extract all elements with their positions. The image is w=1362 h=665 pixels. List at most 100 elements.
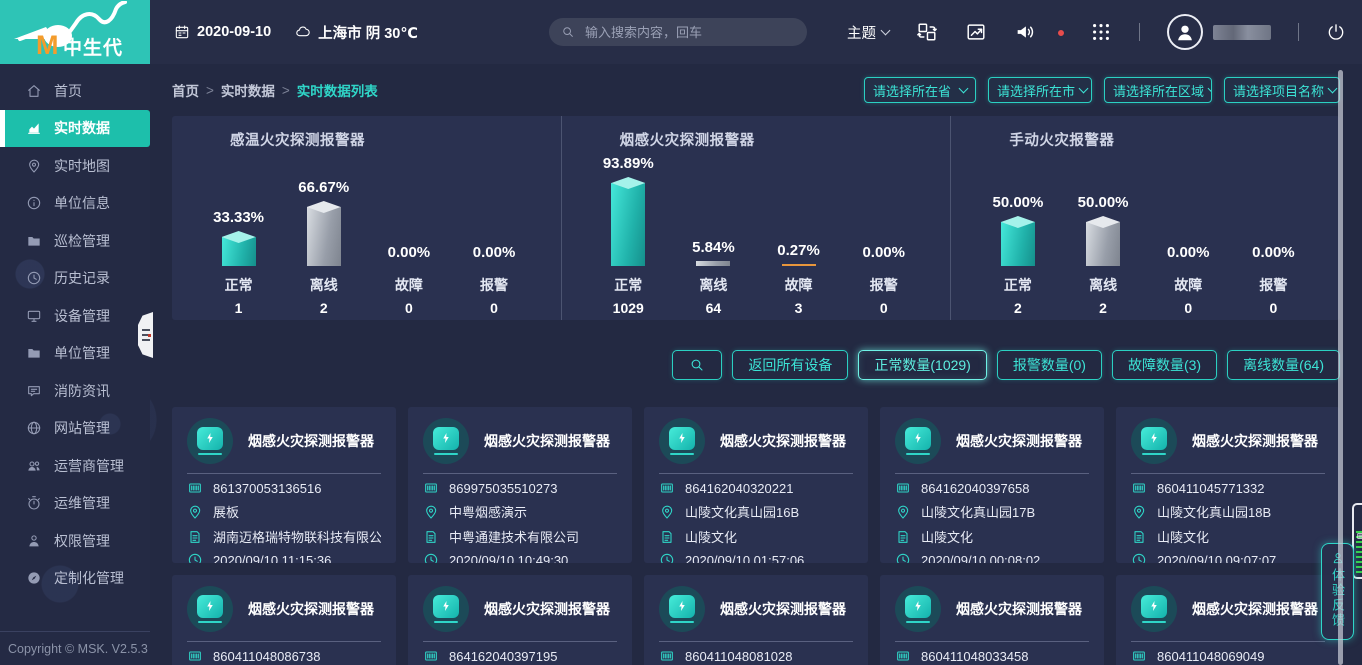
time-icon [1131, 552, 1147, 563]
company-icon [423, 529, 439, 545]
divider [895, 473, 1089, 474]
toolbar: 返回所有设备正常数量(1029) 报警数量(0) 故障数量(3) 离线数量(64) [172, 350, 1340, 380]
sidebar-item-8[interactable]: 消防资讯 [0, 372, 150, 410]
divider [1298, 23, 1299, 41]
app-logo[interactable]: M 中生代 [0, 0, 150, 64]
logo-letter: M [36, 30, 59, 60]
avatar-icon[interactable] [1167, 14, 1203, 50]
stopwatch-icon [26, 495, 42, 511]
sidebar-item-13[interactable]: 定制化管理 [0, 560, 150, 598]
barcode-icon [423, 480, 439, 496]
sidebar-item-1[interactable]: 实时数据 [0, 110, 150, 148]
global-search[interactable] [549, 18, 807, 46]
scrollbar[interactable] [1338, 70, 1343, 665]
barcode-icon [895, 648, 911, 664]
copyright-text: Copyright © MSK. V2.5.3 [0, 631, 150, 665]
device-id-row: 864162040397195 [423, 648, 617, 664]
category-label: 正常 [614, 275, 642, 295]
device-card-title: 烟感火灾探测报警器 [1192, 431, 1318, 451]
device-status-charts: 感温火灾探测报警器 33.33% 正常 1 66.67% 离线 2 0.00% … [172, 116, 1340, 320]
device-id-row: 860411048081028 [659, 648, 853, 664]
sidebar-item-9[interactable]: 网站管理 [0, 410, 150, 448]
device-card-title: 烟感火灾探测报警器 [248, 599, 374, 619]
operators-icon [26, 458, 42, 474]
sidebar-item-12[interactable]: 权限管理 [0, 522, 150, 560]
device-type-badge [659, 418, 705, 464]
bar-3d [611, 177, 645, 266]
device-card-title: 烟感火灾探测报警器 [1192, 599, 1318, 619]
device-card-title: 烟感火灾探测报警器 [956, 431, 1082, 451]
count-label: 0 [1184, 300, 1192, 316]
chevron-down-icon [1328, 84, 1338, 94]
device-card-9[interactable]: 烟感火灾探测报警器 860411048069049 山陵文化真山园 [1116, 575, 1340, 665]
count-label: 0 [1269, 300, 1277, 316]
theme-dropdown[interactable]: 主题 [847, 22, 889, 43]
device-card-7[interactable]: 烟感火灾探测报警器 860411048081028 山陵文化真山园 [644, 575, 868, 665]
apps-grid-icon[interactable] [1090, 21, 1112, 43]
device-card-6[interactable]: 烟感火灾探测报警器 864162040397195 山陵文化真山园 [408, 575, 632, 665]
sidebar-item-label: 单位管理 [54, 343, 110, 363]
bar-col-2-0: 50.00% 正常 2 [979, 152, 1057, 316]
filter-button-1[interactable]: 正常数量(1029) [858, 350, 986, 380]
sidebar-item-label: 单位信息 [54, 193, 110, 213]
device-card-5[interactable]: 烟感火灾探测报警器 860411048086738 山陵文化真山园 [172, 575, 396, 665]
device-time-row: 2020/09/10 09:07:07 [1131, 552, 1325, 563]
sidebar-item-2[interactable]: 实时地图 [0, 147, 150, 185]
theme-chevron-icon [881, 26, 891, 36]
swap-icon[interactable] [916, 21, 938, 43]
device-card-3[interactable]: 烟感火灾探测报警器 864162040397658 山陵文化真山园17B 山陵文… [880, 407, 1104, 563]
sidebar-item-6[interactable]: 设备管理 [0, 297, 150, 335]
breadcrumb-home[interactable]: 首页 [172, 80, 199, 100]
percent-label: 0.00% [473, 244, 516, 261]
breadcrumb-realtime[interactable]: 实时数据 [221, 80, 275, 100]
permission-user-icon [26, 533, 42, 549]
device-card-2[interactable]: 烟感火灾探测报警器 864162040320221 山陵文化真山园16B 山陵文… [644, 407, 868, 563]
percent-label: 50.00% [992, 194, 1043, 211]
sidebar-item-0[interactable]: 首页 [0, 72, 150, 110]
power-icon[interactable] [1326, 22, 1346, 42]
filter-button-0[interactable]: 返回所有设备 [732, 350, 848, 380]
globe-icon [26, 420, 42, 436]
device-card-title: 烟感火灾探测报警器 [720, 431, 846, 451]
device-card-0[interactable]: 烟感火灾探测报警器 861370053136516 展板 湖南迈格瑞特物联科技有… [172, 407, 396, 563]
bolt-icon [905, 427, 931, 450]
sidebar-item-10[interactable]: 运营商管理 [0, 447, 150, 485]
search-devices-button[interactable] [672, 350, 722, 380]
percent-label: 5.84% [692, 239, 735, 256]
barcode-icon [895, 480, 911, 496]
device-type-badge [1131, 418, 1177, 464]
sidebar-item-5[interactable]: 历史记录 [0, 260, 150, 298]
city-select[interactable]: 请选择所在市 [988, 77, 1092, 103]
device-card-8[interactable]: 烟感火灾探测报警器 860411048033458 山陵文化真山园 [880, 575, 1104, 665]
main-content: 首页 > 实时数据 > 实时数据列表 请选择所在省 请选择所在市 请选择所在区域… [150, 64, 1362, 665]
device-card-4[interactable]: 烟感火灾探测报警器 860411045771332 山陵文化真山园18B 山陵文… [1116, 407, 1340, 563]
project-select[interactable]: 请选择项目名称 [1224, 77, 1340, 103]
sidebar-item-label: 首页 [54, 81, 82, 101]
filter-button-2[interactable]: 报警数量(0) [997, 350, 1102, 380]
device-card-1[interactable]: 烟感火灾探测报警器 869975035510273 中粤烟感演示 中粤通建技术有… [408, 407, 632, 563]
filter-button-3[interactable]: 故障数量(3) [1112, 350, 1217, 380]
divider [423, 473, 617, 474]
sidebar-item-label: 运维管理 [54, 493, 110, 513]
sidebar-item-11[interactable]: 运维管理 [0, 485, 150, 523]
barcode-icon [1356, 531, 1362, 573]
device-id-row: 860411048069049 [1131, 648, 1325, 664]
filter-button-4[interactable]: 离线数量(64) [1227, 350, 1340, 380]
sidebar-item-label: 巡检管理 [54, 231, 110, 251]
district-select[interactable]: 请选择所在区域 [1104, 77, 1212, 103]
logo-title: 中生代 [63, 38, 123, 59]
sidebar-item-7[interactable]: 单位管理 [0, 335, 150, 373]
category-label: 报警 [1259, 275, 1287, 295]
category-label: 报警 [870, 275, 898, 295]
speaker-icon[interactable] [1014, 21, 1036, 43]
province-select[interactable]: 请选择所在省 [864, 77, 976, 103]
bar-col-0-3: 0.00% 报警 0 [455, 152, 533, 316]
bar-3d [307, 201, 341, 266]
count-label: 1029 [613, 300, 644, 316]
trend-icon[interactable] [965, 21, 987, 43]
sidebar-item-4[interactable]: 巡检管理 [0, 222, 150, 260]
sidebar-item-3[interactable]: 单位信息 [0, 185, 150, 223]
sidebar: 首页实时数据实时地图单位信息巡检管理历史记录设备管理单位管理消防资讯网站管理运营… [0, 64, 150, 665]
search-input[interactable] [583, 24, 795, 41]
date-display: 2020-09-10 [174, 24, 271, 40]
